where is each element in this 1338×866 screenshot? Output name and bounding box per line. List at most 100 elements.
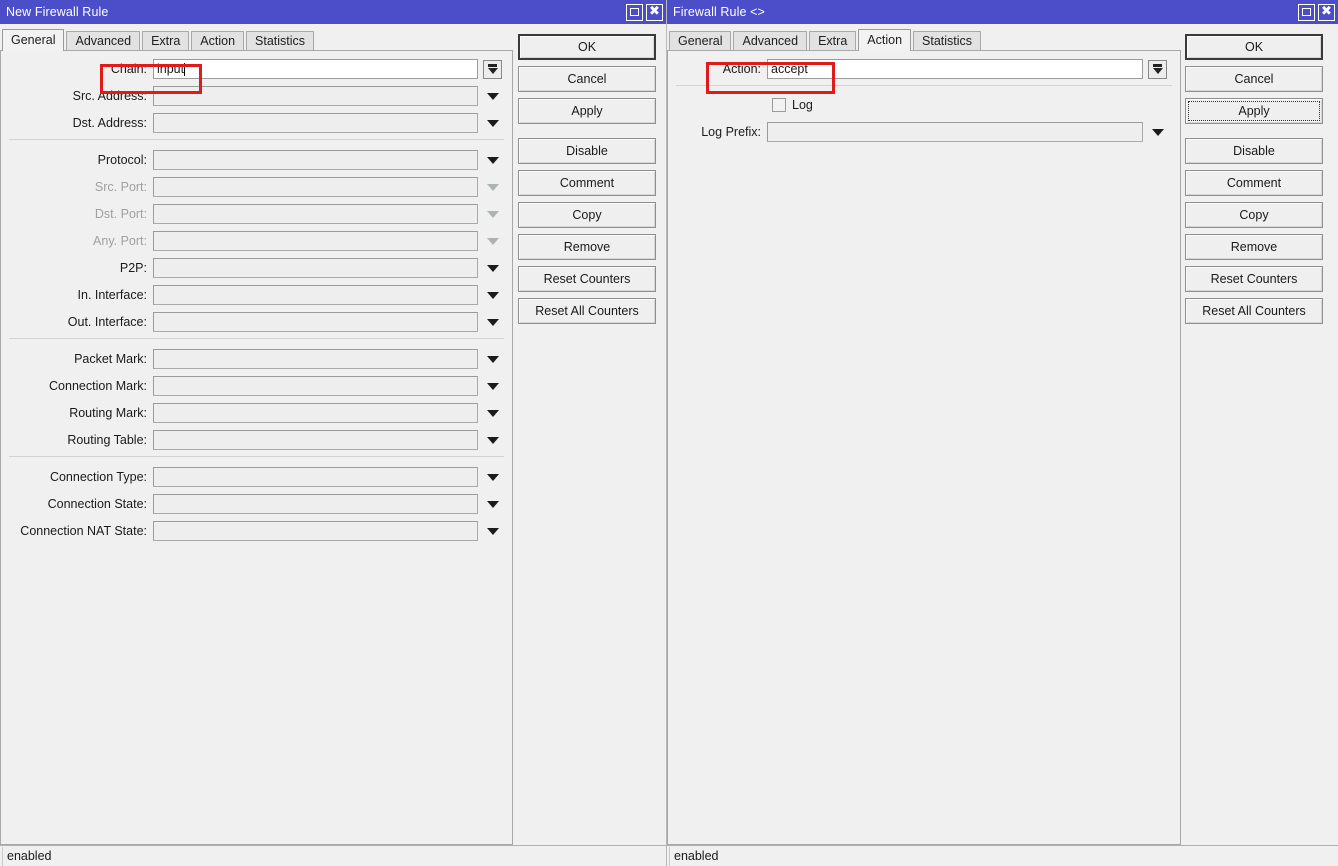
apply-button[interactable]: Apply [518,98,656,124]
checkbox-row-log: Log [668,94,1180,116]
packet-mark-label: Packet Mark: [74,352,147,366]
comment-button[interactable]: Comment [518,170,656,196]
protocol-input[interactable] [153,150,478,170]
dst-address-chevron-down-icon[interactable] [482,119,504,127]
maximize-icon[interactable] [626,3,643,21]
connection-type-chevron-down-icon[interactable] [482,473,504,481]
maximize-icon[interactable] [1298,3,1315,21]
in-interface-label: In. Interface: [77,288,147,302]
reset-counters-button[interactable]: Reset Counters [518,266,656,292]
log-prefix-chevron-down-icon[interactable] [1147,128,1169,136]
src-port-label: Src. Port: [94,180,147,194]
routing-mark-input[interactable] [153,403,478,423]
close-icon[interactable]: ✖ [1318,3,1335,21]
field-row-connection-type: Connection Type: [1,466,512,488]
src-address-chevron-down-icon[interactable] [482,92,504,100]
text-caret [184,62,186,76]
connection-nat-state-chevron-down-icon[interactable] [482,527,504,535]
in-interface-chevron-down-icon[interactable] [482,291,504,299]
dst-address-input[interactable] [153,113,478,133]
tab-statistics[interactable]: Statistics [913,31,982,50]
src-address-input[interactable] [153,86,478,106]
connection-mark-input[interactable] [153,376,478,396]
reset-all-counters-button[interactable]: Reset All Counters [518,298,656,324]
routing-table-chevron-down-icon[interactable] [482,436,504,444]
connection-state-input[interactable] [153,494,478,514]
field-row-connection-nat-state: Connection NAT State: [1,520,512,542]
p2p-input[interactable] [153,258,478,278]
remove-button[interactable]: Remove [518,234,656,260]
field-row-log-prefix: Log Prefix: [668,121,1180,143]
tab-action[interactable]: Action [191,31,245,50]
close-icon[interactable]: ✖ [646,3,663,21]
tab-statistics[interactable]: Statistics [246,31,315,50]
tab-action[interactable]: Action [858,29,912,51]
new-firewall-rule-window: New Firewall Rule ✖ General Advanced Ext… [0,0,666,866]
action-dropdown-button[interactable] [1148,59,1167,79]
tab-general[interactable]: General [669,31,732,50]
field-row-out-interface: Out. Interface: [1,311,512,333]
protocol-chevron-down-icon[interactable] [482,156,504,164]
chain-label: Chain: [110,62,147,76]
connection-mark-chevron-down-icon[interactable] [482,382,504,390]
tab-general[interactable]: General [2,29,65,51]
action-input[interactable]: accept [767,59,1143,79]
tab-advanced[interactable]: Advanced [733,31,808,50]
packet-mark-input[interactable] [153,349,478,369]
field-row-p2p: P2P: [1,257,512,279]
divider-3 [9,456,504,457]
p2p-chevron-down-icon[interactable] [482,264,504,272]
remove-button[interactable]: Remove [1185,234,1323,260]
disable-button[interactable]: Disable [1185,138,1323,164]
in-interface-input[interactable] [153,285,478,305]
dst-port-chevron-down-icon [482,210,504,218]
routing-table-input[interactable] [153,430,478,450]
copy-button[interactable]: Copy [1185,202,1323,228]
connection-state-chevron-down-icon[interactable] [482,500,504,508]
out-interface-input[interactable] [153,312,478,332]
reset-all-counters-button[interactable]: Reset All Counters [1185,298,1323,324]
log-checkbox[interactable] [772,98,786,112]
routing-mark-label: Routing Mark: [69,406,147,420]
packet-mark-chevron-down-icon[interactable] [482,355,504,363]
cancel-button[interactable]: Cancel [1185,66,1323,92]
connection-type-input[interactable] [153,467,478,487]
any-port-chevron-down-icon [482,237,504,245]
left-window-title: New Firewall Rule [6,5,109,19]
log-prefix-input[interactable] [767,122,1143,142]
dst-port-input [153,204,478,224]
chain-input[interactable]: input [153,59,478,79]
chain-dropdown-button[interactable] [483,59,502,79]
right-window-title: Firewall Rule <> [673,5,765,19]
out-interface-chevron-down-icon[interactable] [482,318,504,326]
routing-table-label: Routing Table: [67,433,147,447]
cancel-button[interactable]: Cancel [518,66,656,92]
right-statusbar: enabled [667,845,1338,866]
reset-counters-button[interactable]: Reset Counters [1185,266,1323,292]
any-port-label: Any. Port: [93,234,147,248]
apply-button[interactable]: Apply [1185,98,1323,124]
p2p-label: P2P: [119,261,147,275]
ok-button[interactable]: OK [518,34,656,60]
ok-button[interactable]: OK [1185,34,1323,60]
comment-button[interactable]: Comment [1185,170,1323,196]
connection-type-label: Connection Type: [49,470,147,484]
routing-mark-chevron-down-icon[interactable] [482,409,504,417]
tab-extra[interactable]: Extra [809,31,857,50]
disable-button[interactable]: Disable [518,138,656,164]
connection-state-label: Connection State: [47,497,147,511]
right-tabstrip: General Advanced Extra Action Statistics [667,28,1181,51]
tab-extra[interactable]: Extra [142,31,190,50]
field-row-dst-address: Dst. Address: [1,112,512,134]
any-port-input [153,231,478,251]
tab-advanced[interactable]: Advanced [66,31,141,50]
connection-nat-state-input[interactable] [153,521,478,541]
field-row-packet-mark: Packet Mark: [1,348,512,370]
left-button-column: OK Cancel Apply Disable Comment Copy Rem… [514,28,664,845]
left-tabstrip: General Advanced Extra Action Statistics [0,28,514,51]
divider-1 [9,139,504,140]
field-row-dst-port: Dst. Port: [1,203,512,225]
src-address-label: Src. Address: [72,89,147,103]
copy-button[interactable]: Copy [518,202,656,228]
field-row-protocol: Protocol: [1,149,512,171]
